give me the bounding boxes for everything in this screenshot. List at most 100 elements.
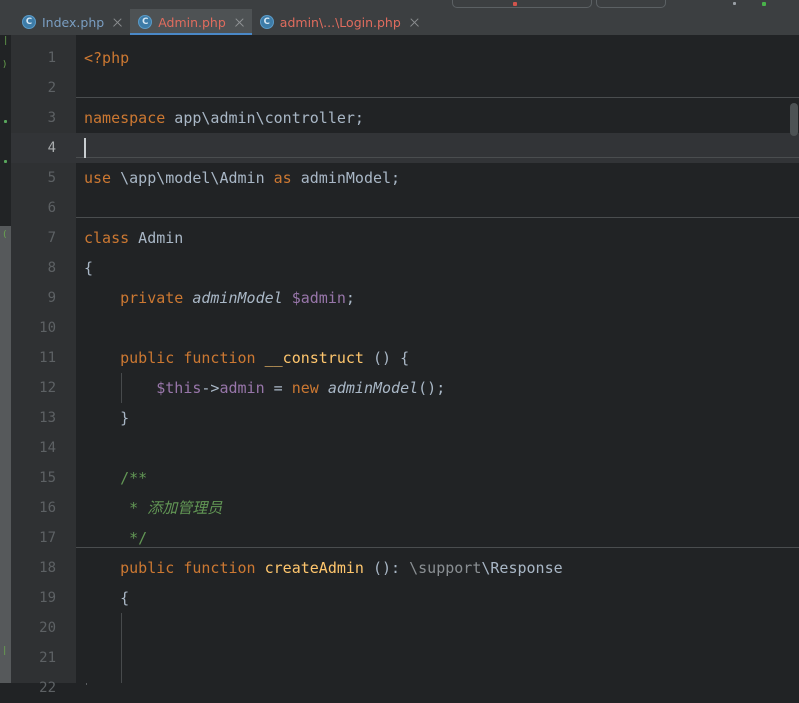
tab-close-icon[interactable] [409, 17, 420, 28]
code-line[interactable]: <?php [84, 43, 129, 73]
sliver-code-mark: ( [2, 230, 8, 240]
editor-tab-label: Admin.php [158, 14, 226, 30]
code-token: namespace [84, 109, 166, 127]
code-token: as [273, 169, 292, 187]
code-token: Response [490, 559, 563, 577]
code-line[interactable]: private adminModel $admin; [84, 283, 355, 313]
current-line-highlight [76, 133, 799, 163]
gutter-line-number: 4 [47, 140, 56, 156]
gutter-line-number: 3 [47, 110, 56, 126]
code-token: { [84, 259, 94, 277]
tabbar-left-padding [0, 9, 14, 35]
code-line[interactable]: public function __construct () { [84, 343, 409, 373]
device-selector[interactable] [596, 0, 666, 8]
tab-close-icon[interactable] [234, 17, 245, 28]
method-separator-line [76, 547, 799, 548]
code-line[interactable]: $this->admin = new adminModel(); [84, 373, 445, 403]
gutter-line-number: 7 [47, 230, 56, 246]
editor-tab-3[interactable]: Cadmin\...\Login.php [252, 9, 427, 35]
gutter-line-number: 15 [39, 470, 56, 486]
code-token: () { [363, 349, 410, 367]
code-token: class [84, 229, 130, 247]
editor-gutter[interactable]: 1 2 3 4 5 6 7 8 9 10 11 12 13 14 15 16 17 18 19 20 21 22 [11, 35, 93, 696]
code-line[interactable]: * 添加管理员 [84, 493, 222, 523]
code-token: */ [84, 529, 148, 547]
code-token: (): [363, 559, 410, 577]
code-token: <?php [84, 49, 130, 67]
code-line[interactable]: namespace app\admin\controller; [84, 103, 364, 133]
php-class-icon: C [259, 15, 274, 29]
editor-tab-1[interactable]: C Index.php [14, 9, 130, 35]
gutter-line-number: 5 [47, 170, 56, 186]
code-token: $this [156, 379, 202, 397]
adjacent-pane-sliver: | ) ( | [0, 35, 11, 683]
code-token: public function [120, 349, 256, 367]
gutter-line-number: 20 [39, 620, 56, 636]
code-token: \app\model\Admin [111, 169, 274, 187]
status-ok-icon [762, 2, 766, 6]
editor-vertical-scrollbar[interactable] [790, 35, 799, 683]
code-token: 添加管理员 [147, 499, 223, 517]
php-class-icon: C [22, 15, 36, 29]
gutter-line-number: 19 [39, 590, 56, 606]
code-token: ; [345, 289, 355, 307]
code-token: $admin [291, 289, 346, 307]
sliver-code-mark [4, 120, 7, 123]
code-token: /** [120, 469, 148, 487]
gutter-line-number: 21 [39, 650, 56, 666]
gutter-line-number: 6 [47, 200, 56, 216]
code-token: Admin [129, 229, 184, 247]
tab-close-icon[interactable] [112, 17, 123, 28]
code-token: adminModel; [291, 169, 401, 187]
gutter-line-number: 12 [39, 380, 56, 396]
method-separator-line [76, 157, 799, 158]
sliver-lower-pane [0, 226, 11, 683]
toolbar-icon-a [733, 2, 736, 5]
code-editor-area[interactable]: <?php namespace app\admin\controller; use … [76, 35, 799, 683]
sliver-code-mark: | [3, 36, 9, 46]
editor-tab-label: admin\...\Login.php [279, 14, 401, 30]
code-line[interactable]: use \app\model\Admin as adminModel; [84, 163, 400, 193]
code-token: createAdmin [264, 559, 364, 577]
gutter-line-number: 10 [39, 320, 56, 336]
method-separator-line [76, 217, 799, 218]
code-token: -> [201, 379, 220, 397]
code-token: \support [409, 559, 482, 577]
gutter-line-number: 13 [39, 410, 56, 426]
code-line[interactable]: public function createAdmin (): \support… [84, 553, 563, 583]
indent-guide [121, 613, 123, 683]
gutter-line-number: 11 [39, 350, 56, 366]
code-token: adminModel [192, 289, 283, 307]
code-line[interactable]: { [84, 253, 93, 283]
gutter-line-number: 22 [39, 680, 56, 696]
scrollbar-thumb[interactable] [790, 103, 798, 136]
run-configuration-selector[interactable] [452, 0, 592, 8]
code-line[interactable]: */ [84, 523, 147, 553]
text-caret [84, 138, 86, 158]
code-line[interactable]: class Admin [84, 223, 183, 253]
code-line[interactable]: /** [84, 463, 147, 493]
gutter-line-number: 16 [39, 500, 56, 516]
code-token: app\admin\controller; [165, 109, 364, 127]
gutter-line-number: 9 [47, 290, 56, 306]
code-token: admin [219, 379, 265, 397]
code-line[interactable]: { [84, 583, 129, 613]
code-token: (); [418, 379, 446, 397]
code-token: private [120, 289, 184, 307]
toolbar-strip [0, 0, 799, 9]
code-token: new [291, 379, 319, 397]
sliver-code-mark: | [2, 646, 8, 656]
code-line[interactable]: } [84, 403, 129, 433]
gutter-line-number: 14 [39, 440, 56, 456]
code-token: = [264, 379, 292, 397]
method-separator-line [76, 97, 799, 98]
editor-tab-2[interactable]: C Admin.php [130, 9, 252, 35]
sliver-code-mark [4, 160, 7, 163]
